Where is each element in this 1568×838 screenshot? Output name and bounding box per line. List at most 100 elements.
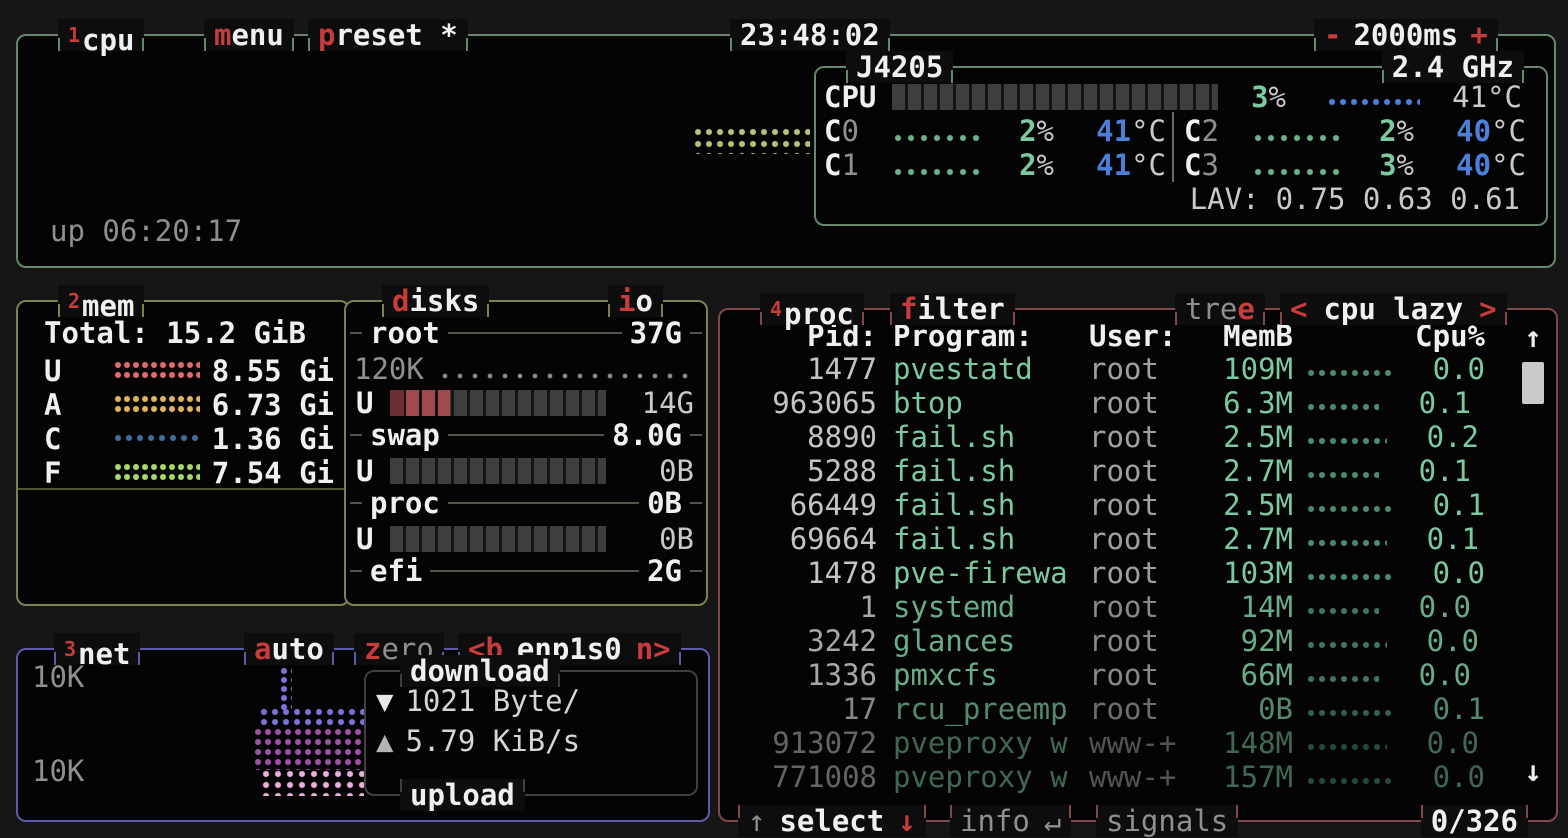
io-hotkey: i bbox=[618, 284, 635, 318]
sort-next-button[interactable]: > bbox=[1479, 292, 1496, 326]
process-mem: 148M bbox=[1184, 726, 1293, 760]
signals-button[interactable]: signals bbox=[1096, 805, 1238, 837]
core2-label: C2 bbox=[1184, 114, 1219, 148]
process-cpu-graph bbox=[1307, 607, 1379, 617]
tab-mem[interactable]: 2mem bbox=[58, 285, 144, 317]
scroll-down-icon[interactable]: ↓ bbox=[1525, 754, 1542, 788]
menu-button[interactable]: menu bbox=[204, 19, 294, 51]
process-mem: 2.7M bbox=[1184, 454, 1293, 488]
menu-label: enu bbox=[231, 18, 283, 52]
cpu-usage-graph bbox=[694, 128, 810, 154]
load-average-row: LAV:0.75 0.63 0.61 bbox=[816, 182, 1546, 216]
net-auto-button[interactable]: auto bbox=[244, 633, 334, 665]
process-name: btop bbox=[893, 386, 1073, 420]
tree-toggle-button[interactable]: tree bbox=[1175, 293, 1265, 325]
process-row[interactable]: 1477 pvestatd root 109M 0.0 bbox=[722, 352, 1516, 386]
cpu-total-row: CPU 3% 41°C bbox=[816, 80, 1546, 114]
process-row[interactable]: 963065 btop root 6.3M 0.1 bbox=[722, 386, 1516, 420]
process-mem: 92M bbox=[1184, 624, 1293, 658]
disk-root-header: root37G bbox=[350, 318, 702, 348]
process-cpu: 0.0 bbox=[1379, 658, 1471, 692]
process-row[interactable]: 66449 fail.sh root 2.5M 0.1 bbox=[722, 488, 1516, 522]
process-row[interactable]: 771008 pveproxy w www-+ 157M 0.0 bbox=[722, 760, 1516, 794]
header-user[interactable]: User: bbox=[1089, 320, 1184, 352]
cpu-tab-label: cpu bbox=[82, 23, 134, 57]
process-cpu: 0.2 bbox=[1387, 420, 1479, 454]
process-mem: 6.3M bbox=[1184, 386, 1293, 420]
process-row[interactable]: 5288 fail.sh root 2.7M 0.1 bbox=[722, 454, 1516, 488]
process-row[interactable]: 1 systemd root 14M 0.0 bbox=[722, 590, 1516, 624]
process-user: root bbox=[1089, 420, 1184, 454]
process-name: fail.sh bbox=[893, 454, 1073, 488]
process-mem: 109M bbox=[1184, 352, 1293, 386]
process-pid: 66449 bbox=[722, 488, 877, 522]
process-row[interactable]: 69664 fail.sh root 2.7M 0.1 bbox=[722, 522, 1516, 556]
net-scale-bottom: 10K bbox=[32, 754, 84, 788]
process-user: root bbox=[1089, 658, 1184, 692]
core1-graph bbox=[894, 168, 982, 177]
process-table: 1477 pvestatd root 109M 0.0 963065 btop … bbox=[722, 352, 1516, 794]
zero-hotkey: z bbox=[364, 632, 381, 666]
tab-proc[interactable]: 4proc bbox=[760, 293, 864, 325]
select-control[interactable]: ↑ select ↓ bbox=[738, 805, 926, 837]
process-name: fail.sh bbox=[893, 420, 1073, 454]
interval-decrease-button[interactable]: - bbox=[1324, 18, 1341, 52]
interval-increase-button[interactable]: + bbox=[1470, 18, 1487, 52]
io-mode-button[interactable]: io bbox=[608, 285, 663, 317]
process-user: root bbox=[1089, 692, 1184, 726]
net-graph-download bbox=[260, 708, 366, 728]
disks-title[interactable]: disks bbox=[382, 285, 489, 317]
process-user: root bbox=[1089, 386, 1184, 420]
upload-title: upload bbox=[400, 779, 525, 811]
cpu-frequency: 2.4 GHz bbox=[1382, 51, 1524, 83]
iface-next-button[interactable]: n> bbox=[636, 632, 671, 666]
core3-graph bbox=[1254, 168, 1342, 177]
select-up-icon[interactable]: ↑ bbox=[748, 804, 765, 838]
filter-button[interactable]: filter bbox=[890, 293, 1015, 325]
process-mem: 14M bbox=[1184, 590, 1293, 624]
preset-button[interactable]: preset * bbox=[308, 19, 468, 51]
tab-cpu[interactable]: 1cpu bbox=[58, 19, 144, 51]
process-row[interactable]: 3242 glances root 92M 0.0 bbox=[722, 624, 1516, 658]
cpu-model-value: J4205 bbox=[856, 50, 943, 84]
auto-label: uto bbox=[271, 632, 323, 666]
sort-prev-button[interactable]: < bbox=[1290, 292, 1307, 326]
upload-speed: ▲5.79 KiB/s bbox=[376, 724, 580, 758]
scroll-up-icon[interactable]: ↑ bbox=[1525, 320, 1542, 354]
process-row[interactable]: 913072 pveproxy w www-+ 148M 0.0 bbox=[722, 726, 1516, 760]
cpu-total-label: CPU bbox=[824, 80, 876, 114]
upload-arrow-icon: ▲ bbox=[376, 724, 393, 758]
net-speed-panel: download ▼1021 Byte/ ▲5.79 KiB/s upload bbox=[364, 670, 698, 796]
process-mem: 66M bbox=[1184, 658, 1293, 692]
mem-used-value: 8.55 Gi bbox=[212, 354, 334, 388]
select-down-icon[interactable]: ↓ bbox=[898, 804, 915, 838]
core2-temp: 40°C bbox=[1426, 114, 1526, 148]
process-cpu-graph bbox=[1307, 437, 1387, 447]
info-button[interactable]: info↵ bbox=[950, 805, 1071, 837]
scrollbar-thumb[interactable] bbox=[1522, 362, 1544, 404]
process-cpu: 0.0 bbox=[1387, 726, 1479, 760]
process-row[interactable]: 8890 fail.sh root 2.5M 0.2 bbox=[722, 420, 1516, 454]
process-cpu: 0.0 bbox=[1393, 760, 1485, 794]
cpu-tab-hotkey: 1 bbox=[68, 23, 80, 47]
selection-position: 0/326 bbox=[1421, 805, 1528, 837]
clock: 23:48:02 bbox=[730, 19, 890, 51]
signals-label: signals bbox=[1106, 804, 1228, 838]
cpu-model: J4205 bbox=[846, 51, 953, 83]
tree-label: tre bbox=[1185, 292, 1237, 326]
select-label: select bbox=[779, 804, 884, 838]
tab-net[interactable]: 3net bbox=[54, 633, 140, 665]
disks-hotkey: d bbox=[392, 284, 409, 318]
mem-used-key: U bbox=[44, 354, 61, 388]
process-row[interactable]: 1336 pmxcfs root 66M 0.0 bbox=[722, 658, 1516, 692]
process-pid: 1477 bbox=[722, 352, 877, 386]
process-pid: 963065 bbox=[722, 386, 877, 420]
process-row[interactable]: 1478 pve-firewa root 103M 0.0 bbox=[722, 556, 1516, 590]
process-pid: 913072 bbox=[722, 726, 877, 760]
sort-mode: cpu lazy bbox=[1323, 292, 1463, 326]
disks-label: isks bbox=[409, 284, 479, 318]
mem-tab-hotkey: 2 bbox=[68, 289, 80, 313]
preset-label: reset * bbox=[335, 18, 457, 52]
menu-hotkey: m bbox=[214, 18, 231, 52]
process-row[interactable]: 17 rcu_preemp root 0B 0.1 bbox=[722, 692, 1516, 726]
